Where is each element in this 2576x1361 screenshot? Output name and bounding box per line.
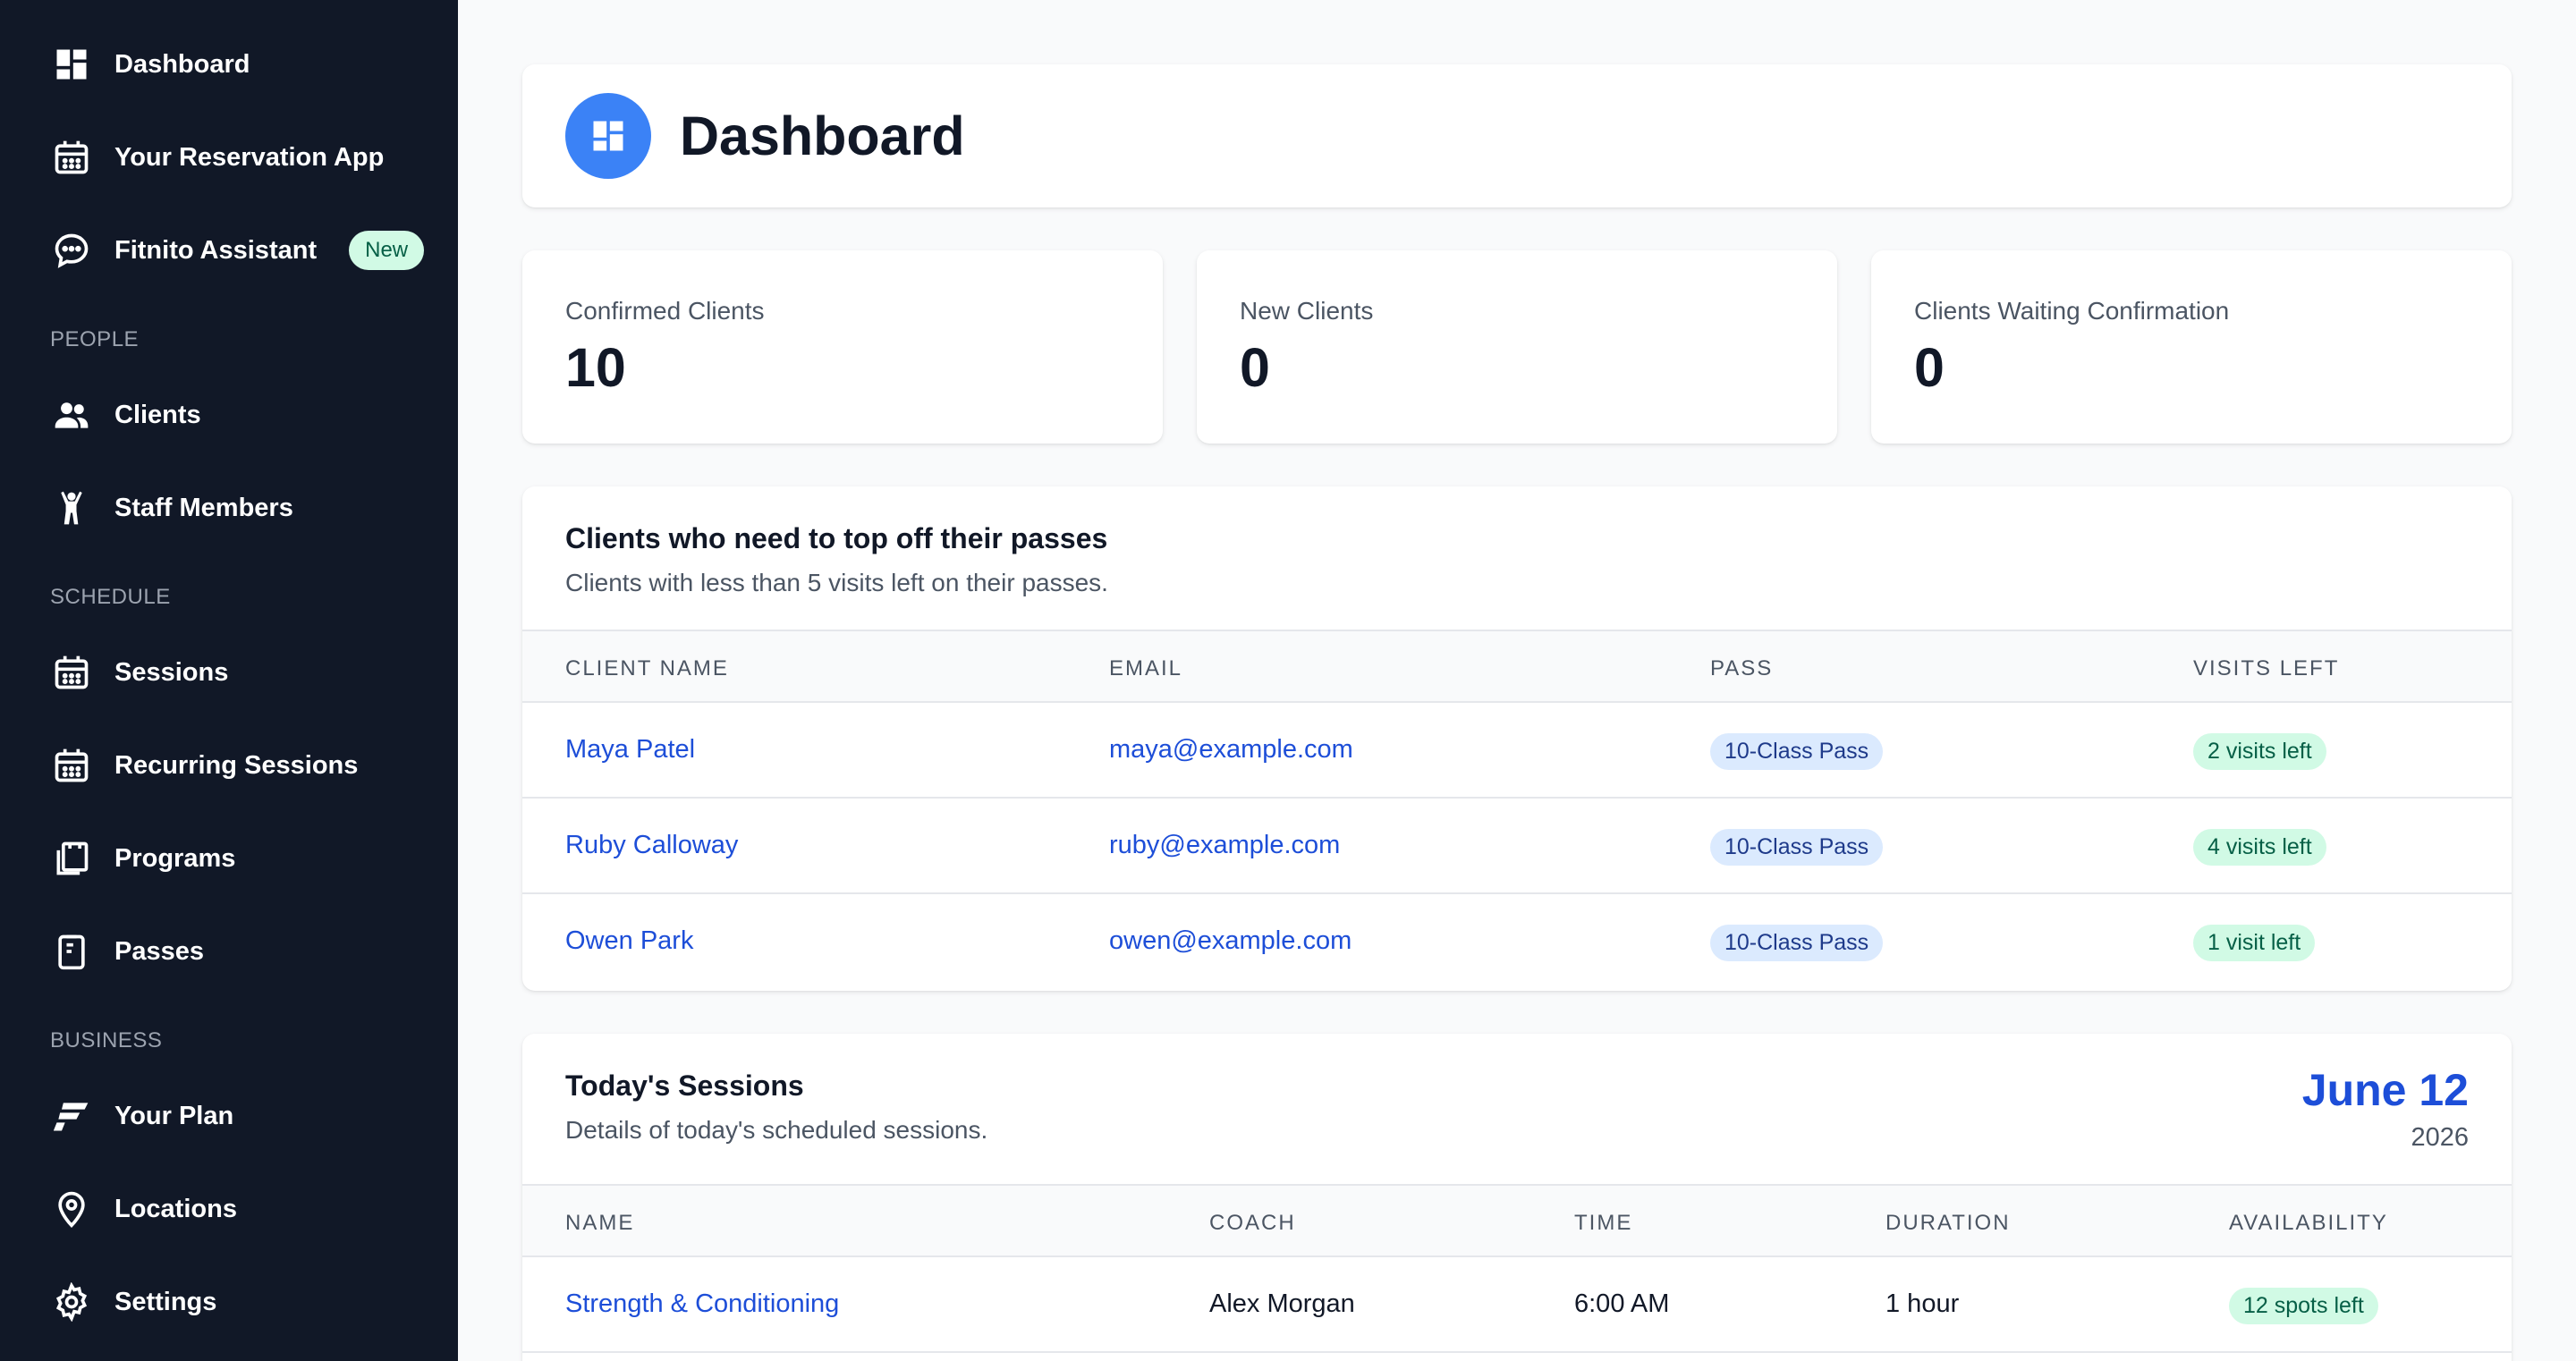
visits-left-badge: 2 visits left xyxy=(2193,733,2326,770)
column-header: COACH xyxy=(1209,1211,1296,1235)
sidebar-item-label: Sessions xyxy=(114,657,229,687)
sidebar-item-label: Staff Members xyxy=(114,493,293,522)
pass-badge: 10-Class Pass xyxy=(1710,733,1884,770)
column-header: VISITS LEFT xyxy=(2193,656,2340,680)
sidebar-item-programs[interactable]: Programs xyxy=(0,823,458,894)
column-header: EMAIL xyxy=(1109,656,1183,680)
pass-badge: 10-Class Pass xyxy=(1710,829,1884,866)
todays-sessions-section: Today's Sessions Details of today's sche… xyxy=(522,1034,2512,1361)
table-row: Ruby Calloway ruby@example.com 10-Class … xyxy=(522,799,2512,894)
page-header: Dashboard xyxy=(522,64,2512,207)
session-year: 2026 xyxy=(2411,1123,2469,1152)
sidebar-item-label: Recurring Sessions xyxy=(114,750,359,780)
clipboard-icon xyxy=(50,837,93,880)
sidebar-item-label: Your Reservation App xyxy=(114,142,385,172)
client-email-link[interactable]: maya@example.com xyxy=(1109,735,1353,765)
sidebar: Dashboard Your Reservation App Fitnito A… xyxy=(0,0,458,1361)
sidebar-item-label: Passes xyxy=(114,936,204,966)
sidebar-item-settings[interactable]: Settings xyxy=(0,1266,458,1338)
table-header: NAME COACH TIME DURATION AVAILABILITY xyxy=(522,1184,2512,1257)
sidebar-item-label: Dashboard xyxy=(114,49,250,79)
sidebar-item-reservation-app[interactable]: Your Reservation App xyxy=(0,122,458,193)
section-subtitle: Clients with less than 5 visits left on … xyxy=(565,569,1108,596)
table-row: Owen Park owen@example.com 10-Class Pass… xyxy=(522,894,2512,990)
stat-card-new-clients: New Clients 0 xyxy=(1197,250,1837,444)
client-email-link[interactable]: ruby@example.com xyxy=(1109,831,1340,860)
stat-value: 0 xyxy=(1914,337,1945,398)
sidebar-item-sessions[interactable]: Sessions xyxy=(0,637,458,708)
section-title-people: PEOPLE xyxy=(50,327,140,351)
column-header: TIME xyxy=(1574,1211,1633,1235)
sidebar-item-label: Locations xyxy=(114,1194,237,1223)
section-title-schedule: SCHEDULE xyxy=(50,585,171,609)
session-time: 6:00 AM xyxy=(1574,1289,1670,1318)
column-header: AVAILABILITY xyxy=(2229,1211,2388,1235)
client-name-link[interactable]: Owen Park xyxy=(565,926,693,956)
table-row: Strength & Conditioning Alex Morgan 6:00… xyxy=(522,1257,2512,1353)
person-icon xyxy=(50,486,93,529)
chat-icon xyxy=(50,229,93,272)
sidebar-item-locations[interactable]: Locations xyxy=(0,1173,458,1245)
sidebar-item-label: Programs xyxy=(114,843,236,873)
table-row: Maya Patel maya@example.com 10-Class Pas… xyxy=(522,703,2512,799)
location-pin-icon xyxy=(50,1188,93,1230)
sidebar-item-your-plan[interactable]: Your Plan xyxy=(0,1080,458,1152)
sidebar-item-clients[interactable]: Clients xyxy=(0,379,458,451)
session-duration: 1 hour xyxy=(1885,1289,1960,1318)
users-icon xyxy=(50,393,93,436)
column-header: NAME xyxy=(565,1211,635,1235)
stat-value: 0 xyxy=(1240,337,1270,398)
dashboard-icon xyxy=(50,43,93,86)
stat-label: Clients Waiting Confirmation xyxy=(1914,297,2230,325)
stat-card-confirmed-clients: Confirmed Clients 10 xyxy=(522,250,1163,444)
brand-f-icon xyxy=(50,1095,93,1137)
session-coach: Alex Morgan xyxy=(1209,1289,1355,1318)
section-title: Today's Sessions xyxy=(565,1069,804,1102)
sidebar-item-label: Settings xyxy=(114,1287,217,1316)
stat-card-clients-waiting-confirmation: Clients Waiting Confirmation 0 xyxy=(1871,250,2512,444)
section-title-business: BUSINESS xyxy=(50,1028,163,1052)
sidebar-item-label: Fitnito Assistant xyxy=(114,235,318,265)
new-badge: New xyxy=(349,231,425,270)
sidebar-item-label: Your Plan xyxy=(114,1101,234,1130)
client-email-link[interactable]: owen@example.com xyxy=(1109,926,1352,956)
stat-value: 10 xyxy=(565,337,626,398)
availability-badge: 12 spots left xyxy=(2229,1288,2378,1324)
visits-left-badge: 1 visit left xyxy=(2193,925,2316,961)
passes-section: Clients who need to top off their passes… xyxy=(522,486,2512,991)
section-subtitle: Details of today's scheduled sessions. xyxy=(565,1116,988,1144)
section-title: Clients who need to top off their passes xyxy=(565,522,1108,554)
client-name-link[interactable]: Ruby Calloway xyxy=(565,831,738,860)
sidebar-item-fitnito-assistant[interactable]: Fitnito Assistant New xyxy=(0,215,458,286)
gear-icon xyxy=(50,1281,93,1323)
session-name-link[interactable]: Strength & Conditioning xyxy=(565,1289,839,1319)
page-title: Dashboard xyxy=(680,106,965,166)
sidebar-item-label: Clients xyxy=(114,400,201,429)
pass-badge: 10-Class Pass xyxy=(1710,925,1884,961)
calendar-icon xyxy=(50,136,93,179)
client-name-link[interactable]: Maya Patel xyxy=(565,735,695,765)
sidebar-item-dashboard[interactable]: Dashboard xyxy=(0,29,458,100)
column-header: PASS xyxy=(1710,656,1774,680)
table-header: CLIENT NAME EMAIL PASS VISITS LEFT xyxy=(522,630,2512,703)
pass-icon xyxy=(50,930,93,973)
calendar-icon xyxy=(50,744,93,787)
dashboard-icon xyxy=(565,93,651,179)
stat-label: Confirmed Clients xyxy=(565,297,765,325)
main-content: Dashboard Confirmed Clients 10 New Clien… xyxy=(458,0,2576,1361)
sidebar-item-passes[interactable]: Passes xyxy=(0,916,458,987)
visits-left-badge: 4 visits left xyxy=(2193,829,2326,866)
column-header: DURATION xyxy=(1885,1211,2011,1235)
sidebar-item-recurring-sessions[interactable]: Recurring Sessions xyxy=(0,730,458,801)
sidebar-item-staff-members[interactable]: Staff Members xyxy=(0,472,458,544)
session-date: June 12 xyxy=(2301,1065,2469,1115)
stat-label: New Clients xyxy=(1240,297,1374,325)
column-header: CLIENT NAME xyxy=(565,656,729,680)
calendar-icon xyxy=(50,651,93,694)
